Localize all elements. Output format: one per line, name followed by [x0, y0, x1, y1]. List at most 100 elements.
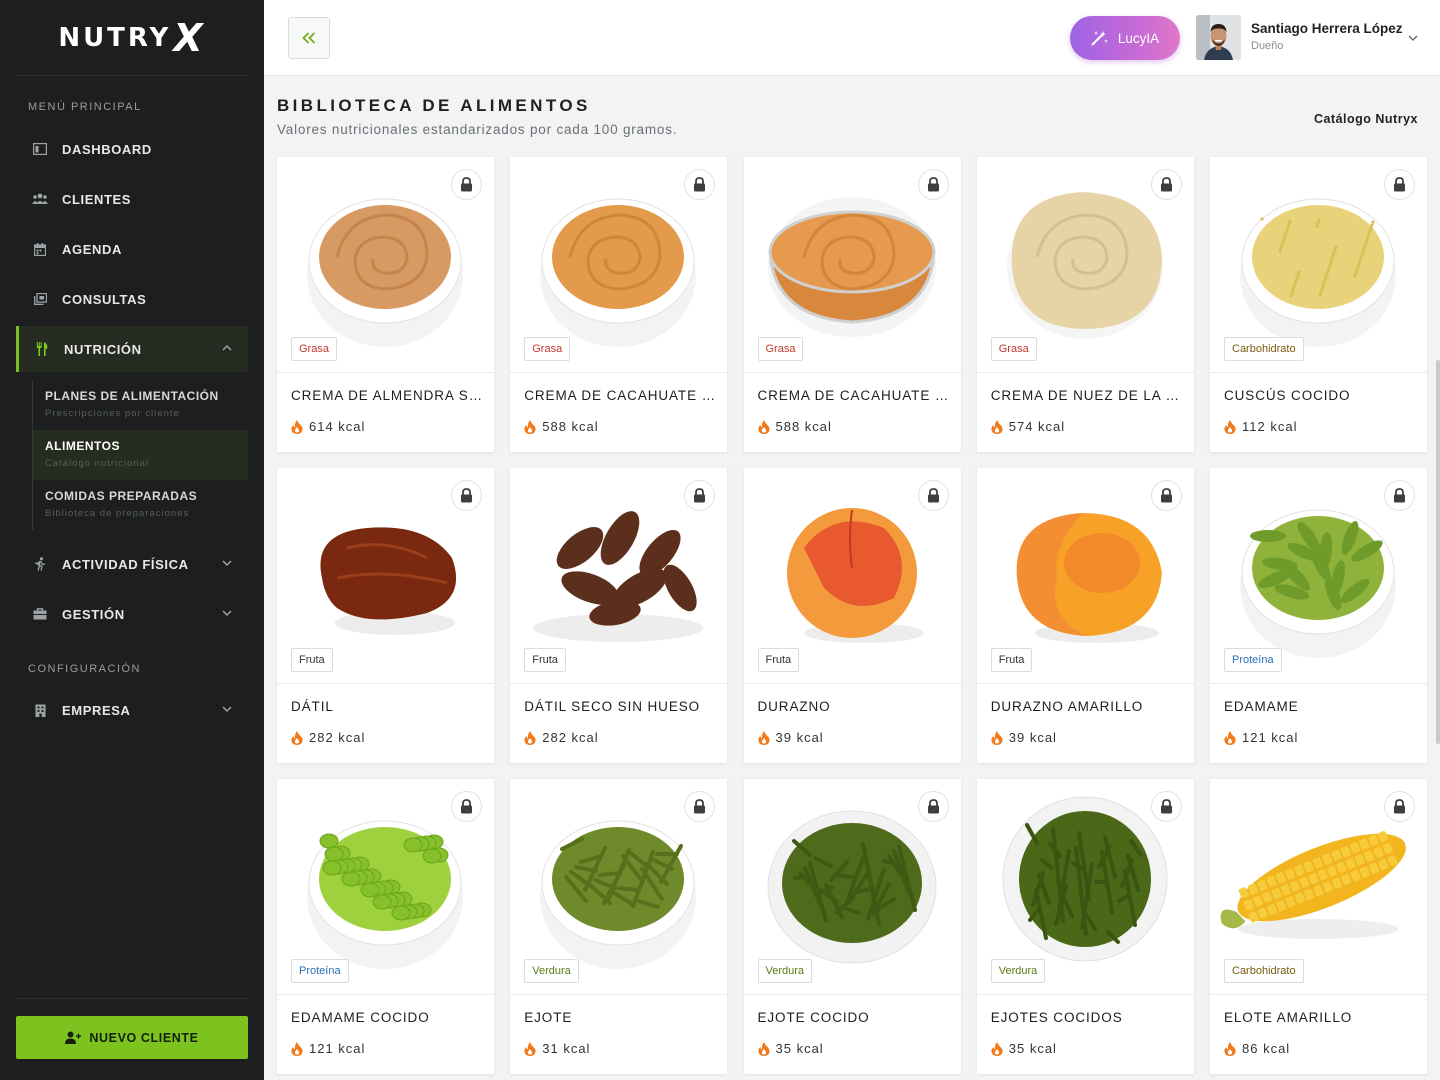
- lock-icon[interactable]: [451, 169, 482, 200]
- catalog-selector[interactable]: Catálogo Nutryx: [1314, 112, 1418, 126]
- food-card[interactable]: Fruta DÁTIL 282 kcal: [277, 468, 494, 763]
- briefcase-icon: [32, 606, 48, 622]
- calories-value: 574 kcal: [1008, 419, 1066, 434]
- sidebar-item-empresa[interactable]: EMPRESA: [16, 687, 248, 733]
- sidebar-item-label: GESTIÓN: [62, 606, 125, 622]
- food-calories: 282 kcal: [291, 730, 365, 745]
- calories-value: 112 kcal: [1242, 419, 1298, 434]
- sidebar-item-label: NUTRICIÓN: [64, 341, 142, 357]
- nutrition-submenu: PLANES DE ALIMENTACIÓN Prescripciones po…: [32, 380, 248, 530]
- food-card[interactable]: Fruta DÁTIL SECO SIN HUESO 282 kcal: [510, 468, 728, 763]
- lock-icon[interactable]: [1384, 480, 1415, 511]
- lucy-ai-button[interactable]: LucyIA: [1070, 16, 1180, 60]
- lock-icon[interactable]: [1384, 169, 1415, 200]
- sidebar-item-consultas[interactable]: CONSULTAS: [16, 276, 248, 322]
- calendar-icon: [32, 241, 48, 257]
- food-card[interactable]: Grasa CREMA DE CACAHUATE N... 588 kcal: [510, 157, 728, 452]
- food-name: CREMA DE ALMENDRA SI...: [291, 388, 483, 403]
- food-card[interactable]: Proteína EDAMAME COCIDO 121 kcal: [277, 779, 494, 1074]
- collapse-sidebar-button[interactable]: [288, 17, 330, 59]
- food-image: Proteína: [1210, 468, 1427, 684]
- sidebar-divider: [16, 998, 248, 999]
- food-card[interactable]: Carbohidrato ELOTE AMARILLO 86 kcal: [1210, 779, 1427, 1074]
- food-image: Fruta: [743, 468, 961, 684]
- lock-icon[interactable]: [451, 791, 482, 822]
- calories-value: 588 kcal: [775, 419, 832, 434]
- logo-wordmark: NUTRY: [58, 22, 172, 53]
- category-badge: Proteína: [1224, 648, 1282, 672]
- submenu-item-comidas[interactable]: COMIDAS PREPARADAS Biblioteca de prepara…: [33, 480, 248, 530]
- flame-icon: [524, 419, 536, 434]
- food-card[interactable]: Carbohidrato CUSCÚS COCIDO 112 kcal: [1210, 157, 1427, 452]
- submenu-item-alimentos[interactable]: ALIMENTOS Catálogo nutricional: [33, 430, 248, 480]
- flame-icon: [291, 730, 303, 745]
- food-image: Fruta: [976, 468, 1194, 684]
- sidebar-item-label: DASHBOARD: [62, 141, 152, 157]
- user-menu[interactable]: Santiago Herrera López Dueño: [1196, 15, 1436, 61]
- category-badge: Proteína: [291, 959, 349, 983]
- sidebar-item-dashboard[interactable]: DASHBOARD: [16, 126, 248, 172]
- food-calories: 112 kcal: [1224, 419, 1297, 434]
- category-badge: Verdura: [757, 959, 813, 983]
- calories-value: 31 kcal: [542, 1041, 591, 1056]
- food-image: Grasa: [510, 157, 728, 373]
- submenu-item-planes[interactable]: PLANES DE ALIMENTACIÓN Prescripciones po…: [33, 380, 248, 430]
- sidebar-item-gestion[interactable]: GESTIÓN: [16, 591, 248, 637]
- food-card[interactable]: Verdura EJOTE 31 kcal: [510, 779, 728, 1074]
- page-title: BIBLIOTECA DE ALIMENTOS: [277, 96, 591, 115]
- new-client-button[interactable]: NUEVO CLIENTE: [16, 1016, 248, 1059]
- lock-icon[interactable]: [1150, 791, 1182, 822]
- food-calories: 35 kcal: [757, 1041, 824, 1056]
- category-badge: Fruta: [524, 648, 566, 672]
- food-card[interactable]: Fruta DURAZNO 39 kcal: [743, 468, 961, 763]
- food-card[interactable]: Fruta DURAZNO AMARILLO 39 kcal: [976, 468, 1194, 763]
- chevron-down-icon: [220, 606, 234, 620]
- category-badge: Fruta: [990, 648, 1033, 672]
- food-card[interactable]: Proteína EDAMAME 121 kcal: [1210, 468, 1427, 763]
- user-name: Santiago Herrera López: [1251, 21, 1403, 36]
- flame-icon: [1224, 419, 1236, 434]
- flame-icon: [291, 419, 303, 434]
- food-calories: 39 kcal: [991, 730, 1057, 745]
- sidebar-item-agenda[interactable]: AGENDA: [16, 226, 248, 272]
- food-image: Grasa: [743, 157, 961, 373]
- flame-icon: [1224, 1041, 1236, 1056]
- food-image: Proteína: [277, 779, 494, 995]
- lock-icon[interactable]: [1150, 480, 1182, 511]
- food-card[interactable]: Verdura EJOTE COCIDO 35 kcal: [743, 779, 961, 1074]
- chevron-down-icon: [1406, 31, 1420, 45]
- users-icon: [32, 191, 48, 207]
- food-card[interactable]: Grasa CREMA DE NUEZ DE LA IN... 574 kcal: [976, 157, 1194, 452]
- lock-icon[interactable]: [917, 791, 949, 822]
- sidebar-item-clientes[interactable]: CLIENTES: [16, 176, 248, 222]
- lock-icon[interactable]: [917, 169, 949, 200]
- food-calories: 588 kcal: [757, 419, 832, 434]
- calories-value: 614 kcal: [309, 419, 366, 434]
- lock-icon[interactable]: [1150, 169, 1182, 200]
- calories-value: 86 kcal: [1242, 1041, 1291, 1056]
- food-card[interactable]: Verdura EJOTES COCIDOS 35 kcal: [976, 779, 1194, 1074]
- food-name: CREMA DE CACAHUATE N...: [524, 388, 717, 403]
- food-card[interactable]: Grasa CREMA DE CACAHUATE S... 588 kcal: [743, 157, 961, 452]
- logo[interactable]: NUTRY X: [16, 0, 248, 76]
- food-calories: 121 kcal: [1224, 730, 1298, 745]
- calories-value: 121 kcal: [1242, 730, 1299, 745]
- submenu-item-subtitle: Prescripciones por cliente: [45, 408, 180, 419]
- food-calories: 282 kcal: [524, 730, 598, 745]
- calories-value: 282 kcal: [542, 730, 599, 745]
- submenu-item-title: COMIDAS PREPARADAS: [45, 489, 198, 503]
- avatar: [1196, 15, 1241, 60]
- scrollbar[interactable]: [1436, 360, 1440, 744]
- category-badge: Grasa: [757, 337, 804, 361]
- lock-icon[interactable]: [451, 480, 482, 511]
- lock-icon[interactable]: [1384, 791, 1415, 822]
- flame-icon: [991, 419, 1003, 434]
- sidebar-item-actividad-fisica[interactable]: ACTIVIDAD FÍSICA: [16, 541, 248, 587]
- sidebar-item-nutricion[interactable]: NUTRICIÓN: [16, 326, 248, 372]
- double-chevron-left-icon: [302, 27, 316, 50]
- food-calories: 86 kcal: [1224, 1041, 1290, 1056]
- top-header: LucyIA Santiago Herrera López Dueño: [264, 0, 1440, 76]
- lock-icon[interactable]: [917, 480, 949, 511]
- category-badge: Grasa: [291, 337, 337, 361]
- food-card[interactable]: Grasa CREMA DE ALMENDRA SI... 614 kcal: [277, 157, 494, 452]
